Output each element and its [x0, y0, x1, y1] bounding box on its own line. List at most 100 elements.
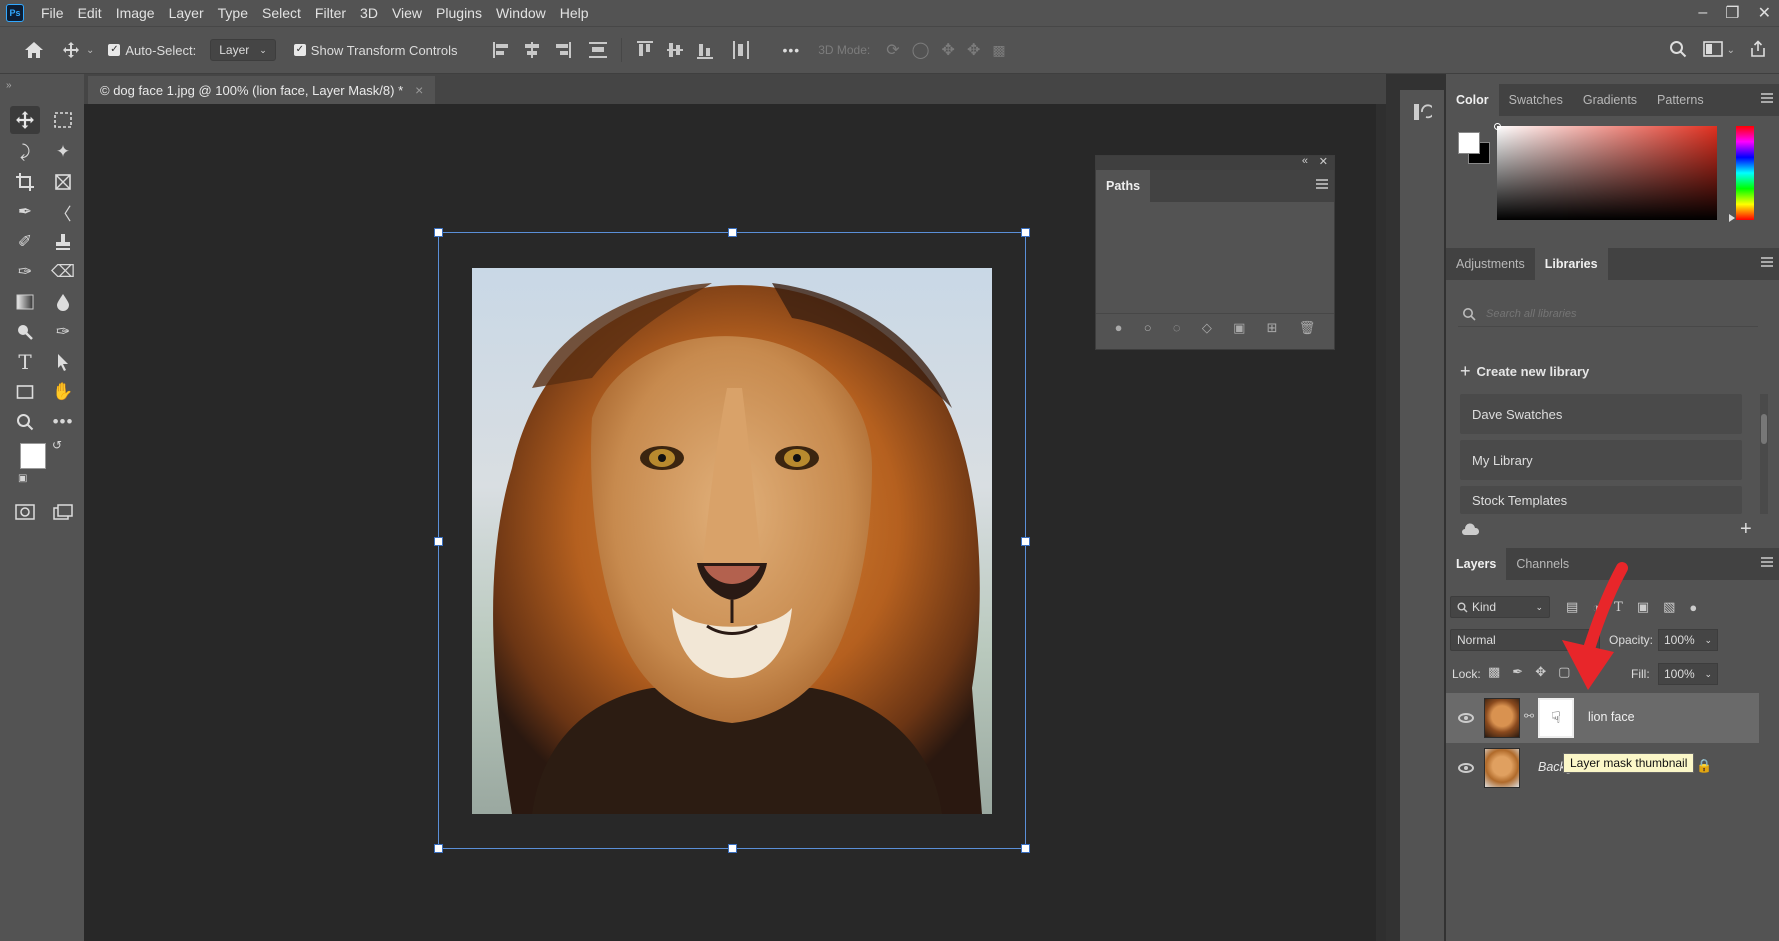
filter-toggle-icon[interactable]: ●	[1689, 600, 1697, 615]
restore-icon[interactable]: ❐	[1725, 3, 1739, 23]
layer-filter-dropdown[interactable]: Kind ⌄	[1450, 596, 1550, 618]
minimize-icon[interactable]: –	[1698, 4, 1707, 22]
auto-select-checkbox[interactable]: ✓	[108, 44, 121, 56]
color-picker-cursor[interactable]	[1494, 123, 1501, 130]
layer-thumbnail[interactable]	[1484, 698, 1520, 738]
fill-field[interactable]: 100% ⌄	[1658, 663, 1718, 685]
more-options-button[interactable]: •••	[782, 42, 800, 58]
menu-3d[interactable]: 3D	[353, 5, 385, 21]
library-search-input[interactable]	[1486, 307, 1726, 320]
orbit-3d-icon[interactable]: ⟳	[886, 40, 899, 60]
gradient-tool[interactable]	[10, 288, 40, 316]
tab-layers[interactable]: Layers	[1446, 548, 1507, 580]
align-left-edges-icon[interactable]	[491, 39, 513, 61]
path-selection-tool[interactable]	[48, 348, 78, 376]
show-transform-checkbox[interactable]: ✓	[293, 44, 306, 56]
lock-pixels-icon[interactable]: ✒	[1512, 664, 1523, 680]
frame-tool[interactable]	[48, 168, 78, 196]
swap-colors-icon[interactable]: ↺	[52, 438, 62, 452]
menu-type[interactable]: Type	[211, 5, 255, 21]
search-icon[interactable]	[1669, 40, 1687, 61]
menu-filter[interactable]: Filter	[308, 5, 353, 21]
hue-slider[interactable]	[1736, 126, 1754, 220]
menu-layer[interactable]: Layer	[162, 5, 211, 21]
library-item-dave-swatches[interactable]: Dave Swatches	[1460, 394, 1742, 434]
menu-view[interactable]: View	[385, 5, 429, 21]
color-field[interactable]	[1494, 123, 1717, 220]
tab-paths[interactable]: Paths	[1096, 170, 1151, 202]
quick-mask-button[interactable]	[10, 498, 40, 526]
close-panel-icon[interactable]: ✕	[1319, 155, 1328, 168]
tab-patterns[interactable]: Patterns	[1647, 84, 1714, 116]
menu-edit[interactable]: Edit	[71, 5, 109, 21]
rectangle-tool[interactable]	[10, 378, 40, 406]
transform-handle-top[interactable]	[728, 228, 737, 237]
transform-handle-bottom-right[interactable]	[1021, 844, 1030, 853]
foreground-color-chip[interactable]	[1458, 132, 1480, 154]
history-icon[interactable]	[1412, 102, 1435, 125]
default-colors-icon[interactable]: ▣	[18, 473, 27, 484]
panel-drag-bar[interactable]: « ✕	[1096, 155, 1334, 170]
menu-plugins[interactable]: Plugins	[429, 5, 489, 21]
lock-position-icon[interactable]: ✥	[1535, 664, 1546, 680]
chevron-down-icon[interactable]: ⌄	[86, 45, 94, 56]
layer-row-lion-face[interactable]: ⚯ ☟ lion face	[1446, 693, 1759, 743]
align-top-edges-icon[interactable]	[634, 39, 656, 61]
video-camera-icon[interactable]: ▩	[992, 42, 1005, 59]
brush-tool[interactable]: ✐	[10, 228, 40, 256]
add-mask-icon[interactable]: ▣	[1233, 320, 1245, 336]
screen-mode-button[interactable]	[48, 498, 78, 526]
library-item-stock-templates[interactable]: Stock Templates	[1460, 486, 1742, 514]
collapse-panel-icon[interactable]: «	[1302, 155, 1308, 167]
move-tool[interactable]	[10, 106, 40, 134]
canvas-scrollbar[interactable]	[1376, 104, 1386, 941]
new-path-icon[interactable]: ⊞	[1267, 320, 1278, 336]
panel-menu-icon[interactable]	[1761, 557, 1773, 567]
make-work-path-icon[interactable]: ◇	[1202, 320, 1212, 336]
visibility-eye-icon[interactable]	[1458, 763, 1474, 773]
menu-file[interactable]: File	[34, 5, 71, 21]
clone-stamp-tool[interactable]	[48, 228, 78, 256]
tab-color[interactable]: Color	[1446, 84, 1499, 116]
filter-smart-object-icon[interactable]: ▧	[1663, 599, 1675, 615]
tab-swatches[interactable]: Swatches	[1499, 84, 1573, 116]
hue-slider-marker[interactable]	[1729, 214, 1735, 222]
opacity-field[interactable]: 100% ⌄	[1658, 629, 1718, 651]
distribute-vertical-icon[interactable]	[587, 39, 609, 61]
history-brush-tool[interactable]: ✑	[10, 258, 40, 286]
share-icon[interactable]	[1749, 39, 1767, 61]
pen-tool[interactable]: ✑	[48, 318, 78, 346]
align-vertical-centers-icon[interactable]	[664, 39, 686, 61]
align-right-edges-icon[interactable]	[551, 39, 573, 61]
more-tools[interactable]: •••	[48, 408, 78, 436]
load-selection-icon[interactable]: ◌	[1173, 320, 1181, 335]
blur-tool[interactable]	[48, 288, 78, 316]
document-tab[interactable]: © dog face 1.jpg @ 100% (lion face, Laye…	[88, 76, 436, 104]
create-library-button[interactable]: + Create new library	[1460, 361, 1589, 382]
menu-select[interactable]: Select	[255, 5, 308, 21]
collapse-tools-icon[interactable]: »	[6, 80, 12, 91]
panel-menu-icon[interactable]	[1316, 179, 1328, 189]
auto-select-dropdown[interactable]: Layer ⌄	[210, 39, 276, 61]
transform-handle-top-left[interactable]	[434, 228, 443, 237]
drag-3d-icon[interactable]: ✥	[942, 40, 955, 60]
library-scroll-thumb[interactable]	[1761, 414, 1767, 444]
close-tab-icon[interactable]: ×	[415, 82, 423, 98]
transform-handle-bottom[interactable]	[728, 844, 737, 853]
eraser-tool[interactable]: ⌫	[48, 258, 78, 286]
hand-tool[interactable]: ✋	[48, 378, 78, 406]
tab-adjustments[interactable]: Adjustments	[1446, 248, 1535, 280]
slide-3d-icon[interactable]: ✥	[967, 40, 980, 60]
align-bottom-edges-icon[interactable]	[694, 39, 716, 61]
lasso-tool[interactable]: ⤸	[10, 138, 40, 166]
transform-handle-right[interactable]	[1021, 537, 1030, 546]
crop-tool[interactable]	[10, 168, 40, 196]
transform-handle-bottom-left[interactable]	[434, 844, 443, 853]
menu-window[interactable]: Window	[489, 5, 553, 21]
magic-wand-tool[interactable]: ✦	[48, 138, 78, 166]
tab-libraries[interactable]: Libraries	[1534, 248, 1608, 280]
delete-path-icon[interactable]: 🗑	[1299, 320, 1316, 336]
dodge-tool[interactable]	[10, 318, 40, 346]
cloud-sync-icon[interactable]	[1460, 522, 1480, 539]
zoom-tool[interactable]	[10, 408, 40, 436]
